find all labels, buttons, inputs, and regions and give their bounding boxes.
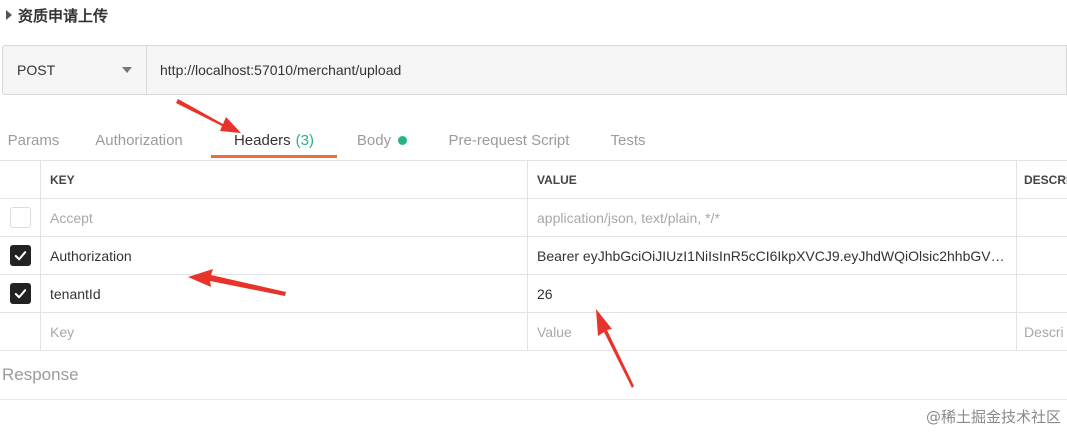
description-field[interactable] — [1017, 275, 1067, 312]
checkbox-cell — [0, 275, 41, 312]
header-checkbox-cell — [0, 161, 41, 198]
url-input[interactable]: http://localhost:57010/merchant/upload — [146, 45, 1067, 95]
table-header-row: KEY VALUE DESCRI — [0, 161, 1067, 199]
column-header-description: DESCRI — [1024, 172, 1067, 187]
headers-table: KEY VALUE DESCRI Accept application/json… — [0, 160, 1067, 351]
tab-params[interactable]: Params — [0, 122, 67, 158]
row-checkbox[interactable] — [9, 207, 31, 228]
tab-label: Headers — [233, 131, 291, 149]
checkmark-icon — [14, 251, 26, 261]
tab-authorization[interactable]: Authorization — [67, 122, 211, 158]
description-field[interactable] — [1017, 237, 1067, 274]
request-tabs: Params Authorization Headers (3) Body Pr… — [0, 122, 1067, 158]
column-header-key: KEY — [41, 161, 528, 198]
tab-count-badge: (3) — [295, 131, 315, 149]
description-field[interactable] — [1017, 199, 1067, 236]
value-field[interactable]: 26 — [528, 275, 1017, 312]
expand-triangle-icon[interactable] — [6, 10, 12, 20]
key-field[interactable]: tenantId — [41, 275, 528, 312]
checkmark-icon — [14, 289, 26, 299]
tab-label: Pre-request Script — [448, 131, 570, 149]
response-section: Response — [0, 350, 1067, 400]
row-checkbox[interactable] — [9, 283, 31, 304]
column-header-value: VALUE — [528, 161, 1017, 198]
key-field[interactable]: Accept — [41, 199, 528, 236]
value-field[interactable]: Bearer eyJhbGciOiJIUzI1NiIsInR5cCI6IkpXV… — [528, 237, 1017, 274]
checkbox-cell — [0, 199, 41, 236]
url-value: http://localhost:57010/merchant/upload — [160, 62, 402, 78]
tab-label: Body — [356, 131, 392, 149]
method-select[interactable]: POST — [2, 45, 146, 95]
checkbox-cell — [0, 313, 41, 350]
checkbox-cell — [0, 237, 41, 274]
request-bar: POST http://localhost:57010/merchant/upl… — [2, 45, 1067, 95]
section-title: 资质申请上传 — [18, 6, 109, 25]
chevron-down-icon — [122, 67, 132, 73]
tab-body[interactable]: Body — [337, 122, 427, 158]
tab-pre-request-script[interactable]: Pre-request Script — [427, 122, 591, 158]
new-description-input[interactable]: Descri — [1017, 313, 1067, 350]
new-key-input[interactable]: Key — [41, 313, 528, 350]
tab-headers[interactable]: Headers (3) — [211, 122, 337, 158]
table-row: tenantId 26 — [0, 275, 1067, 313]
row-checkbox[interactable] — [9, 245, 31, 266]
table-row: Authorization Bearer eyJhbGciOiJIUzI1NiI… — [0, 237, 1067, 275]
status-dot-icon — [398, 135, 408, 145]
tab-label: Params — [7, 131, 60, 149]
key-field[interactable]: Authorization — [41, 237, 528, 274]
table-row-new: Key Value Descri — [0, 313, 1067, 351]
tab-label: Tests — [610, 131, 646, 149]
value-text: Bearer eyJhbGciOiJIUzI1NiIsInR5cCI6IkpXV… — [537, 247, 1007, 264]
method-label: POST — [17, 62, 56, 78]
value-field[interactable]: application/json, text/plain, */* — [528, 199, 1017, 236]
tab-tests[interactable]: Tests — [591, 122, 665, 158]
watermark: @稀土掘金技术社区 — [925, 408, 1061, 426]
table-row: Accept application/json, text/plain, */* — [0, 199, 1067, 237]
new-value-input[interactable]: Value — [528, 313, 1017, 350]
tab-label: Authorization — [95, 131, 183, 149]
section-header[interactable]: 资质申请上传 — [0, 0, 1067, 30]
response-label: Response — [2, 364, 79, 384]
